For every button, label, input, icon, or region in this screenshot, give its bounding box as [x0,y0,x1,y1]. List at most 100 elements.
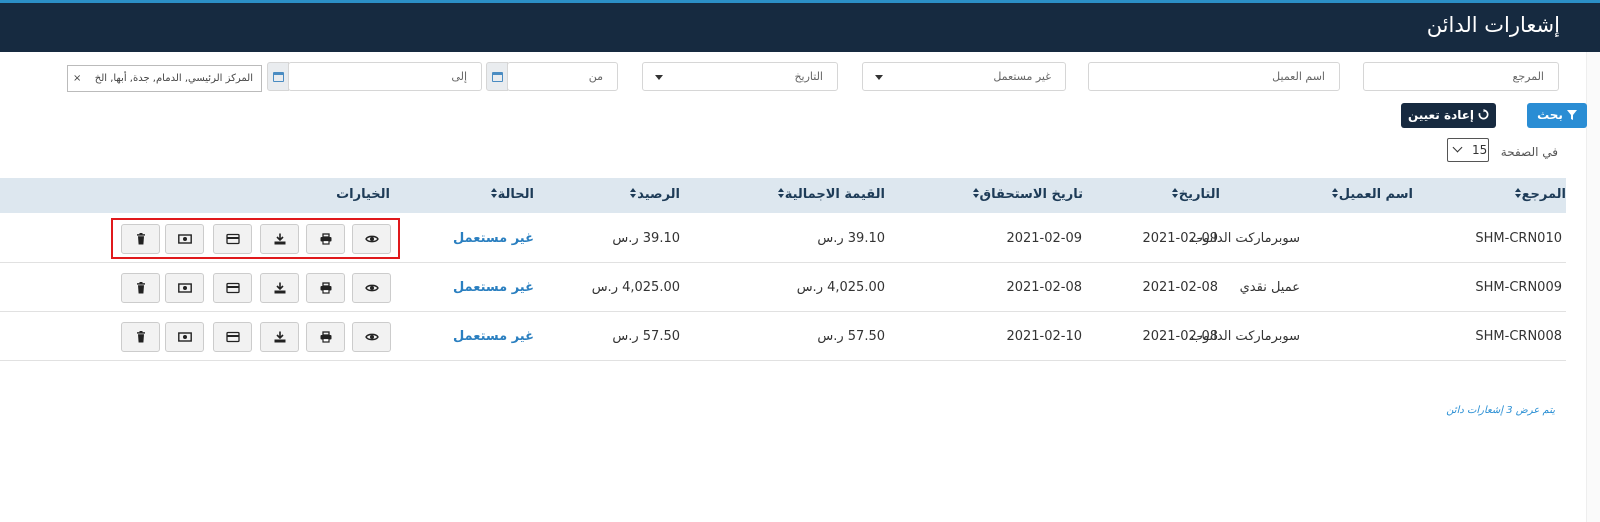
cell-due-date: 2021-02-10 [1006,329,1082,344]
chevron-down-icon [1452,142,1463,153]
table-row[interactable]: SHM-CRN008 سوبرماركت الدانوب 2021-02-08 … [0,312,1566,361]
date-from-calendar-button[interactable] [486,62,508,91]
trash-icon [137,331,145,343]
date-type-select[interactable]: التاريخ [642,62,838,91]
undo-icon [1478,109,1489,120]
column-label: الحالة [497,187,534,202]
download-icon [274,331,286,343]
sort-icon [972,188,980,199]
download-icon [274,282,286,294]
calendar-icon [492,72,503,82]
column-header-customer[interactable]: اسم العميل [1329,187,1413,202]
cell-balance: 39.10 ر.س [612,231,680,246]
download-button[interactable] [260,322,299,352]
cell-total: 4,025.00 ر.س [796,280,885,295]
status-link[interactable]: غير مستعمل [453,231,534,246]
view-payments-button[interactable] [165,322,204,352]
cell-due-date: 2021-02-09 [1006,231,1082,246]
print-button[interactable] [306,273,345,303]
column-label: القيمة الاجمالية [784,187,885,202]
view-button[interactable] [352,322,391,352]
date-to-calendar-button[interactable] [267,62,289,91]
reset-button-label: إعادة تعيين [1407,108,1475,122]
sort-icon [490,188,498,199]
trash-icon [137,282,145,294]
column-label: التاريخ [1178,187,1220,202]
customer-filter-input[interactable]: اسم العميل [1088,62,1340,91]
search-button-label: بحث [1537,108,1563,122]
view-payments-button[interactable] [165,273,204,303]
eye-icon [365,333,379,341]
table-header: المرجع اسم العميل التاريخ تاريخ الاستحقا… [0,178,1566,213]
sort-icon [1514,188,1522,199]
scrollbar[interactable] [1586,52,1600,522]
chevron-down-icon [875,75,883,80]
column-label: المرجع [1521,187,1566,202]
column-label: تاريخ الاستحقاق [979,187,1083,202]
per-page-select[interactable]: 15 [1447,138,1489,162]
page-title: إشعارات الدائن [1426,13,1560,37]
reference-filter-input[interactable]: المرجع [1363,62,1559,91]
cell-total: 57.50 ر.س [817,329,885,344]
eye-icon [365,284,379,292]
delete-button[interactable] [121,322,160,352]
branches-multiselect[interactable]: المركز الرئيسي, الدمام, جدة, أبها, الخ × [67,65,262,92]
status-filter-select[interactable]: غير مستعمل [862,62,1066,91]
column-header-reference[interactable]: المرجع [1512,187,1566,202]
credit-card-icon [226,282,240,294]
chevron-down-icon [655,75,663,80]
calendar-icon [273,72,284,82]
date-from-input[interactable]: من [507,62,618,91]
filter-icon [1566,110,1577,120]
cell-due-date: 2021-02-08 [1006,280,1082,295]
column-header-due-date[interactable]: تاريخ الاستحقاق [970,187,1083,202]
table-row[interactable]: SHM-CRN009 عميل نقدي 2021-02-08 2021-02-… [0,263,1566,312]
column-label: الرصيد [637,187,680,202]
column-header-balance[interactable]: الرصيد [627,187,680,202]
sort-icon [630,188,637,199]
status-filter-value: غير مستعمل [993,70,1051,83]
print-icon [320,282,332,294]
per-page-label: في الصفحة [1500,145,1558,159]
reset-button[interactable]: إعادة تعيين [1401,103,1496,128]
add-payment-button[interactable] [213,322,252,352]
cell-customer: عميل نقدي [1239,280,1300,295]
cell-date: 2021-02-08 [1142,329,1218,344]
cell-balance: 57.50 ر.س [612,329,680,344]
money-icon [178,332,192,342]
date-type-value: التاريخ [794,70,823,83]
credit-card-icon [226,331,240,343]
per-page-value: 15 [1472,143,1488,157]
cell-total: 39.10 ر.س [817,231,885,246]
sort-icon [1331,188,1339,199]
download-button[interactable] [260,273,299,303]
cell-date: 2021-02-09 [1142,231,1218,246]
records-summary: يتم عرض 3 إشعارات دائن [1446,405,1555,416]
cell-balance: 4,025.00 ر.س [591,280,680,295]
print-icon [320,331,332,343]
print-button[interactable] [306,322,345,352]
cell-reference: SHM-CRN009 [1475,280,1562,295]
sort-icon [1171,188,1179,199]
cell-reference: SHM-CRN010 [1475,231,1562,246]
add-payment-button[interactable] [213,273,252,303]
money-icon [178,283,192,293]
delete-button[interactable] [121,273,160,303]
column-header-status[interactable]: الحالة [488,187,534,202]
column-label: اسم العميل [1338,187,1413,202]
actions-highlight-box [111,218,400,259]
view-button[interactable] [352,273,391,303]
status-link[interactable]: غير مستعمل [453,329,534,344]
cell-date: 2021-02-08 [1142,280,1218,295]
search-button[interactable]: بحث [1527,103,1587,128]
date-to-input[interactable]: إلى [288,62,482,91]
clear-icon[interactable]: × [73,66,81,91]
status-link[interactable]: غير مستعمل [453,280,534,295]
page-header: إشعارات الدائن [0,0,1600,52]
column-label: الخيارات [336,187,390,202]
branches-value: المركز الرئيسي, الدمام, جدة, أبها, الخ [94,73,253,84]
column-header-date[interactable]: التاريخ [1169,187,1220,202]
cell-reference: SHM-CRN008 [1475,329,1562,344]
column-header-options: الخيارات [336,187,390,202]
column-header-total[interactable]: القيمة الاجمالية [775,187,885,202]
